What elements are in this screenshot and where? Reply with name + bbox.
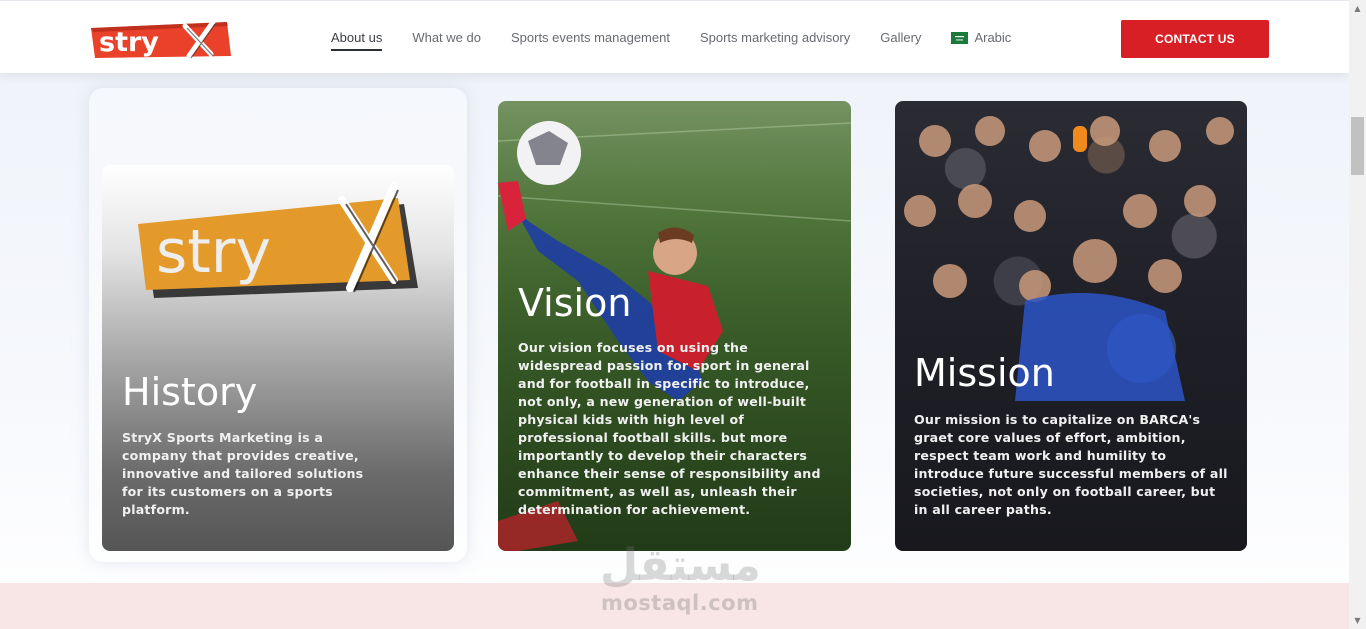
mission-text: Our mission is to capitalize on BARCA's …	[914, 412, 1228, 517]
language-label: Arabic	[974, 30, 1012, 45]
nav-sports-marketing-advisory[interactable]: Sports marketing advisory	[700, 26, 850, 49]
contact-us-button[interactable]: CONTACT US	[1121, 20, 1269, 58]
nav-language-arabic[interactable]: Arabic	[951, 26, 1011, 49]
vertical-scrollbar[interactable]: ▲ ▼	[1349, 0, 1366, 629]
mission-title: Mission	[914, 351, 1055, 395]
vision-card: Vision Our vision focuses on using the w…	[498, 101, 851, 551]
stryx-large-logo: stry	[138, 182, 418, 298]
svg-text:stry: stry	[156, 217, 271, 287]
scrollbar-thumb[interactable]	[1351, 117, 1364, 175]
main-nav: About us What we do Sports events manage…	[331, 1, 1041, 74]
nav-sports-events-management[interactable]: Sports events management	[511, 26, 670, 49]
stryx-logo[interactable]: stry	[89, 18, 234, 60]
nav-about-us[interactable]: About us	[331, 26, 383, 51]
history-title: History	[122, 370, 258, 414]
scroll-up-arrow-icon[interactable]: ▲	[1349, 0, 1366, 17]
page: stry About us What we do Sports events m…	[0, 0, 1349, 629]
watermark-latin: mostaql.com	[601, 591, 759, 615]
watermark-arabic: مستقل	[600, 540, 761, 591]
history-card: stry History StryX Sports Marketing is a…	[102, 165, 454, 551]
vision-text: Our vision focuses on using the widespre…	[518, 340, 821, 517]
nav-gallery[interactable]: Gallery	[880, 26, 921, 49]
scroll-down-arrow-icon[interactable]: ▼	[1349, 612, 1366, 629]
mission-card: Mission Our mission is to capitalize on …	[895, 101, 1247, 551]
site-header: stry About us What we do Sports events m…	[0, 0, 1349, 73]
vision-title: Vision	[518, 281, 632, 325]
svg-text:stry: stry	[99, 27, 159, 58]
history-text: StryX Sports Marketing is a company that…	[122, 430, 364, 517]
saudi-flag-icon	[951, 31, 969, 44]
nav-what-we-do[interactable]: What we do	[412, 26, 481, 49]
